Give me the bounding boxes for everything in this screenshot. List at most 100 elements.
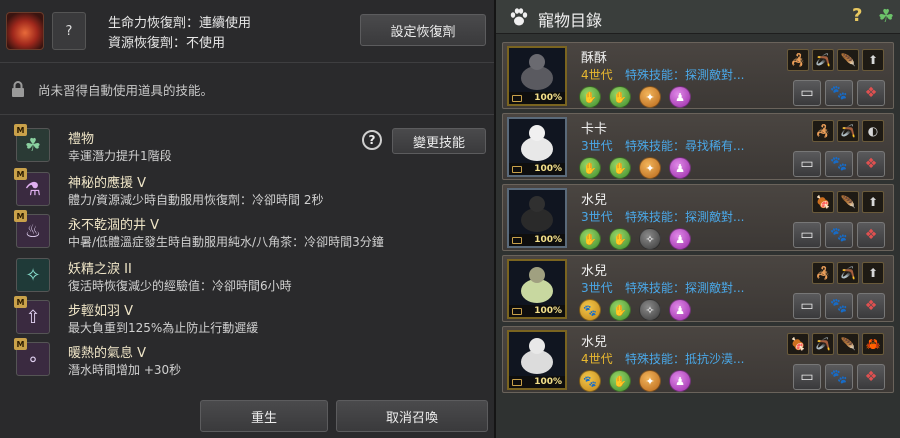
master-badge: M [14,210,27,222]
skill-item: ✧ 妖精之淚 II 復活時恢復減少的經驗值：冷卻時間6小時 [16,256,486,296]
pet-skill-orb-icon[interactable]: ✋ [609,299,631,321]
pet-trait-icon[interactable]: 🪶 [837,49,859,71]
feed-bowl-icon[interactable]: ▭ [793,293,821,319]
pet-skill-orb-icon[interactable]: ✋ [609,86,631,108]
pet-skill-orb-icon[interactable]: ✧ [639,299,661,321]
bowl-icon [512,166,522,173]
paw-icon[interactable]: 🐾 [825,222,853,248]
skill-desc: 最大負重到125%為止防止行動遲緩 [68,321,259,335]
pet-trait-icon[interactable]: ⬆ [862,262,884,284]
cancel-summon-button[interactable]: 取消召喚 [336,400,488,432]
help-icon[interactable]: ? [852,5,862,26]
help-icon[interactable]: ? [362,130,382,150]
pet-trait-icon[interactable]: 🪃 [837,120,859,142]
paw-icon[interactable]: 🐾 [825,80,853,106]
pet-trait-icon[interactable]: 🪶 [837,191,859,213]
gift-box-icon[interactable]: ❖ [857,364,885,390]
pet-name: 酥酥 [581,51,608,66]
pet-image [509,119,565,163]
paw-icon[interactable]: 🐾 [825,151,853,177]
pet-trait-icon[interactable]: 🍖 [787,333,809,355]
paw-icon[interactable]: 🐾 [825,293,853,319]
pet-trait-icon[interactable]: ⬆ [862,191,884,213]
pet-card[interactable]: 100% 水兒 4世代 特殊技能：抵抗沙漠... 🐾 ✋ ✦ ♟ 🍖 🪃 🪶 🦀 ▭ 🐾 ❖ [502,326,894,393]
pet-skill-orb-icon[interactable]: ♟ [669,86,691,108]
feed-bowl-icon[interactable]: ▭ [793,80,821,106]
pet-skill-orb-icon[interactable]: ✋ [609,370,631,392]
divider [0,62,494,63]
pet-skill-orb-icon[interactable]: ✋ [609,157,631,179]
skill-desc: 幸運潛力提升1階段 [68,149,172,163]
gift-box-icon[interactable]: ❖ [857,80,885,106]
pet-image [509,261,565,305]
recovery-potion-icon[interactable] [6,12,44,50]
empty-potion-slot[interactable]: ? [52,12,86,50]
pet-skill-orb-icon[interactable]: ✋ [579,228,601,250]
master-badge: M [14,296,27,308]
pet-image [509,332,565,376]
pet-portrait: 100% [507,188,567,248]
skill-name: 永不乾涸的井 V [68,218,160,233]
pet-skill-orb-icon[interactable]: ♟ [669,157,691,179]
pet-list-header: 寵物目錄 ? ☘ [496,0,900,34]
skill-name: 禮物 [68,132,95,147]
pet-skill-orb-icon[interactable]: ♟ [669,299,691,321]
pet-skill-orb-icon[interactable]: ✧ [639,228,661,250]
pet-portrait: 100% [507,117,567,177]
pet-card[interactable]: 100% 卡卡 3世代 特殊技能：尋找稀有... ✋ ✋ ✦ ♟ 🦂 🪃 ◐ ▭ 🐾 ❖ [502,113,894,180]
fairy-tear-icon: ✧ [16,258,50,292]
pet-trait-icon[interactable]: 🪃 [812,49,834,71]
pet-skill-orb-icon[interactable]: ✋ [609,228,631,250]
pet-card[interactable]: 100% 酥酥 4世代 特殊技能：探測敵對... ✋ ✋ ✦ ♟ 🦂 🪃 🪶 ⬆ ▭ 🐾 ❖ [502,42,894,109]
pet-trait-icon[interactable]: 🦂 [812,120,834,142]
pet-image [509,48,565,92]
pet-skill-orb-icon[interactable]: ✋ [579,86,601,108]
pet-trait-icon[interactable]: 🦂 [812,262,834,284]
pet-card[interactable]: 100% 水兒 3世代 特殊技能：探測敵對... 🐾 ✋ ✧ ♟ 🦂 🪃 ⬆ ▭ 🐾 ❖ [502,255,894,322]
skill-name: 妖精之淚 II [68,262,132,277]
pet-trait-icon[interactable]: 🍖 [812,191,834,213]
lock-icon [12,81,24,97]
master-badge: M [14,338,27,350]
pet-generation: 4世代 [581,352,613,366]
pet-special-skill: 特殊技能：探測敵對... [625,68,745,82]
change-skill-button[interactable]: 變更技能 [392,128,486,154]
pet-skill-orb-icon[interactable]: ♟ [669,370,691,392]
pet-trait-icon[interactable]: 🦀 [862,333,884,355]
pet-card[interactable]: 100% 水兒 3世代 特殊技能：探測敵對... ✋ ✋ ✧ ♟ 🍖 🪶 ⬆ ▭ 🐾 ❖ [502,184,894,251]
feed-bowl-icon[interactable]: ▭ [793,364,821,390]
skill-name: 暖熱的氣息 V [68,346,147,361]
feed-bowl-icon[interactable]: ▭ [793,151,821,177]
skill-desc: 體力/資源減少時自動服用恢復劑：冷卻時間 2秒 [68,193,324,207]
pet-skill-orb-icon[interactable]: ✦ [639,370,661,392]
pet-portrait: 100% [507,46,567,106]
pet-trait-icon[interactable]: 🪃 [812,333,834,355]
pet-list-panel: 寵物目錄 ? ☘ 100% 酥酥 4世代 特殊技能：探測敵對... ✋ ✋ ✦ ♟ 🦂 🪃 🪶 ⬆ ▭… [496,0,900,438]
pet-trait-icon[interactable]: 🪃 [837,262,859,284]
pet-trait-icon[interactable]: 🦂 [787,49,809,71]
paw-icon[interactable]: 🐾 [825,364,853,390]
pet-trait-icon[interactable]: ◐ [862,120,884,142]
pet-name: 水兒 [581,335,608,350]
pet-trait-icon[interactable]: 🪶 [837,333,859,355]
pet-skill-orb-icon[interactable]: ✦ [639,86,661,108]
skill-desc: 潛水時間增加 +30秒 [68,363,182,377]
clover-icon[interactable]: ☘ [878,6,894,27]
master-badge: M [14,124,27,136]
gift-box-icon[interactable]: ❖ [857,293,885,319]
rebirth-button[interactable]: 重生 [200,400,328,432]
setup-recovery-button[interactable]: 設定恢復劑 [360,14,486,46]
pet-trait-icon[interactable]: ⬆ [862,49,884,71]
pet-generation: 4世代 [581,68,613,82]
pet-skill-orb-icon[interactable]: 🐾 [579,299,601,321]
resource-potion-status: 資源恢復劑：不使用 [108,36,226,51]
pet-skill-orb-icon[interactable]: ✦ [639,157,661,179]
gift-box-icon[interactable]: ❖ [857,151,885,177]
pet-skill-orb-icon[interactable]: ✋ [579,157,601,179]
pet-portrait: 100% [507,330,567,390]
feed-bowl-icon[interactable]: ▭ [793,222,821,248]
skill-name: 神秘的應援 V [68,176,147,191]
pet-skill-orb-icon[interactable]: 🐾 [579,370,601,392]
gift-box-icon[interactable]: ❖ [857,222,885,248]
pet-skill-orb-icon[interactable]: ♟ [669,228,691,250]
